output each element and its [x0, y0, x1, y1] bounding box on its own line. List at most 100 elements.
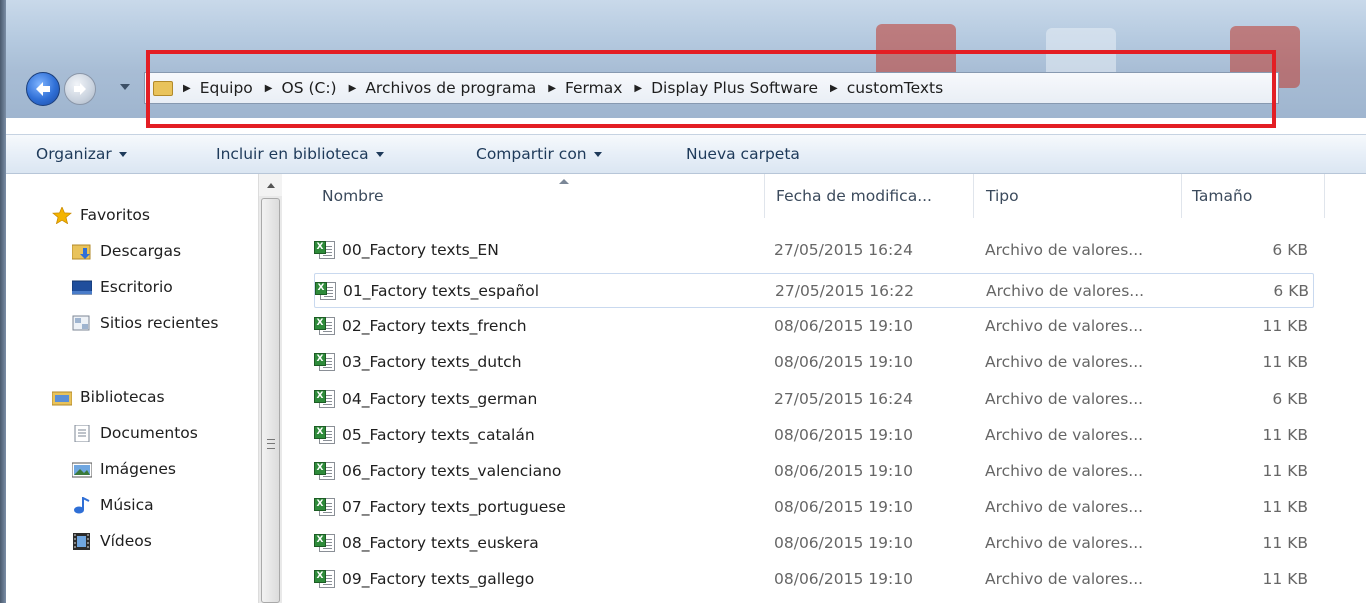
navigation-pane-scrollbar[interactable]: [258, 174, 282, 603]
csv-excel-icon: X: [314, 240, 336, 259]
column-header-name[interactable]: Nombre: [314, 174, 764, 218]
file-name: 08_Factory texts_euskera: [342, 533, 539, 552]
file-type: Archivo de valores...: [985, 240, 1144, 259]
file-row[interactable]: X 03_Factory texts_dutch 08/06/2015 19:10…: [314, 345, 1314, 380]
file-row[interactable]: X 02_Factory texts_french 08/06/2015 19:1…: [314, 309, 1314, 344]
file-row[interactable]: X 06_Factory texts_valenciano 08/06/2015 …: [314, 454, 1314, 489]
desktop-icon: [72, 280, 92, 294]
file-date: 27/05/2015 16:24: [774, 389, 913, 408]
file-date: 08/06/2015 19:10: [774, 461, 913, 480]
column-header-label: Tipo: [986, 187, 1019, 205]
file-date: 08/06/2015 19:10: [774, 316, 913, 335]
file-date: 08/06/2015 19:10: [774, 569, 913, 588]
column-divider[interactable]: [973, 174, 974, 218]
file-name-cell: X 05_Factory texts_catalán: [314, 418, 535, 451]
share-with-button[interactable]: Compartir con: [476, 145, 602, 163]
sort-ascending-icon: [559, 179, 569, 184]
images-icon: [72, 462, 92, 477]
file-type: Archivo de valores...: [985, 569, 1144, 588]
file-name-cell: X 00_Factory texts_EN: [314, 233, 499, 266]
back-arrow-icon: [36, 82, 50, 96]
new-folder-label: Nueva carpeta: [686, 145, 800, 163]
chevron-down-icon: [375, 151, 384, 157]
nav-label: Sitios recientes: [100, 314, 219, 332]
file-name-cell: X 06_Factory texts_valenciano: [314, 454, 561, 487]
file-size: 11 KB: [1262, 533, 1308, 552]
file-name: 00_Factory texts_EN: [342, 240, 499, 259]
column-header-size[interactable]: Tamaño: [1184, 174, 1324, 218]
file-row[interactable]: X 05_Factory texts_catalán 08/06/2015 19:…: [314, 418, 1314, 453]
chevron-down-icon: [118, 151, 127, 157]
file-row[interactable]: X 09_Factory texts_gallego 08/06/2015 19:…: [314, 562, 1314, 597]
file-name-cell: X 07_Factory texts_portuguese: [314, 490, 566, 523]
scroll-up-button[interactable]: [259, 174, 282, 196]
forward-arrow-icon: [74, 83, 86, 95]
column-divider[interactable]: [764, 174, 765, 218]
csv-excel-icon: X: [314, 569, 336, 588]
file-name: 05_Factory texts_catalán: [342, 425, 535, 444]
nav-item-libraries[interactable]: Bibliotecas: [52, 388, 165, 406]
csv-excel-icon: X: [314, 389, 336, 408]
nav-item-videos[interactable]: Vídeos: [72, 532, 152, 550]
file-name: 03_Factory texts_dutch: [342, 352, 522, 371]
nav-item-downloads[interactable]: Descargas: [72, 242, 181, 260]
annotation-highlight-box: [146, 50, 1276, 128]
column-divider[interactable]: [1181, 174, 1182, 218]
file-row[interactable]: X 08_Factory texts_euskera 08/06/2015 19:…: [314, 526, 1314, 561]
file-date: 08/06/2015 19:10: [774, 352, 913, 371]
column-divider[interactable]: [1324, 174, 1325, 218]
star-icon: [52, 206, 72, 224]
file-row[interactable]: X 04_Factory texts_german 27/05/2015 16:2…: [314, 382, 1314, 417]
forward-button[interactable]: [64, 73, 96, 105]
film-icon: [73, 532, 90, 550]
file-date: 08/06/2015 19:10: [774, 497, 913, 516]
csv-excel-icon: X: [314, 533, 336, 552]
nav-label: Imágenes: [100, 460, 176, 478]
file-name-cell: X 01_Factory texts_español: [315, 274, 539, 307]
file-name: 07_Factory texts_portuguese: [342, 497, 566, 516]
back-button[interactable]: [26, 72, 60, 106]
column-header-label: Tamaño: [1192, 187, 1253, 205]
file-size: 11 KB: [1262, 497, 1308, 516]
chevron-up-icon: [266, 182, 275, 188]
scroll-thumb[interactable]: [261, 198, 280, 603]
file-type: Archivo de valores...: [986, 281, 1145, 300]
libraries-icon: [52, 391, 72, 405]
include-in-library-button[interactable]: Incluir en biblioteca: [216, 145, 384, 163]
nav-item-favorites[interactable]: Favoritos: [52, 206, 150, 224]
column-header-type[interactable]: Tipo: [978, 174, 1178, 218]
file-size: 11 KB: [1262, 352, 1308, 371]
nav-item-music[interactable]: Música: [72, 496, 154, 514]
file-name: 04_Factory texts_german: [342, 389, 538, 408]
file-name: 01_Factory texts_español: [343, 281, 539, 300]
file-row[interactable]: X 00_Factory texts_EN 27/05/2015 16:24 Ar…: [314, 233, 1314, 268]
nav-label: Descargas: [100, 242, 182, 260]
include-library-label: Incluir en biblioteca: [216, 145, 369, 163]
nav-item-recent-places[interactable]: Sitios recientes: [72, 314, 218, 332]
csv-excel-icon: X: [314, 316, 336, 335]
csv-excel-icon: X: [314, 352, 336, 371]
file-name: 06_Factory texts_valenciano: [342, 461, 562, 480]
file-type: Archivo de valores...: [985, 316, 1144, 335]
organize-menu-button[interactable]: Organizar: [36, 145, 127, 163]
file-type: Archivo de valores...: [985, 497, 1144, 516]
nav-label: Escritorio: [100, 278, 173, 296]
nav-label: Documentos: [100, 424, 198, 442]
nav-item-images[interactable]: Imágenes: [72, 460, 176, 478]
file-type: Archivo de valores...: [985, 389, 1144, 408]
file-name: 09_Factory texts_gallego: [342, 569, 535, 588]
new-folder-button[interactable]: Nueva carpeta: [686, 145, 800, 163]
nav-item-desktop[interactable]: Escritorio: [72, 278, 173, 296]
organize-label: Organizar: [36, 145, 112, 163]
file-row[interactable]: X 07_Factory texts_portuguese 08/06/2015 …: [314, 490, 1314, 525]
file-row-selected[interactable]: X 01_Factory texts_español 27/05/2015 16:…: [314, 273, 1314, 308]
file-size: 11 KB: [1262, 316, 1308, 335]
column-header-date[interactable]: Fecha de modifica...: [768, 174, 973, 218]
recent-pages-dropdown[interactable]: [120, 84, 130, 90]
csv-excel-icon: X: [314, 497, 336, 516]
nav-label: Favoritos: [80, 206, 150, 224]
command-bar: Organizar Incluir en biblioteca Comparti…: [6, 134, 1366, 174]
nav-item-documents[interactable]: Documentos: [72, 424, 198, 442]
file-size: 11 KB: [1262, 569, 1308, 588]
nav-label: Bibliotecas: [80, 388, 165, 406]
